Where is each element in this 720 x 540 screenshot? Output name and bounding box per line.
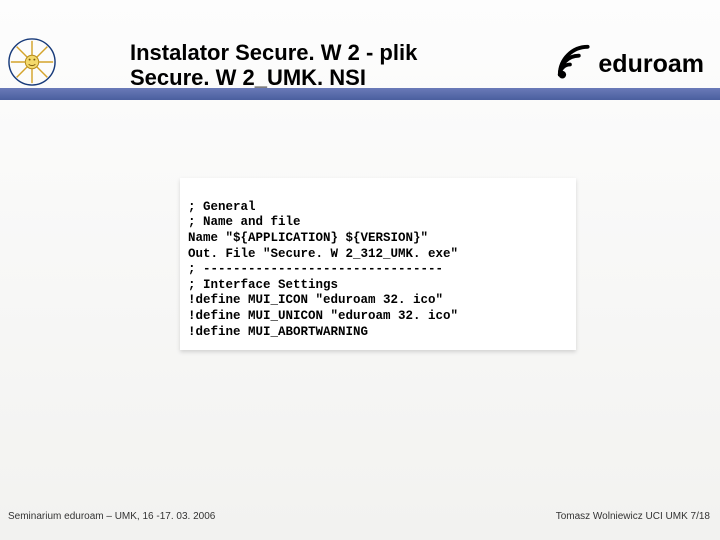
footer-left: Seminarium eduroam – UMK, 16 -17. 03. 20… [8, 511, 215, 522]
footer-right: Tomasz Wolniewicz UCI UMK 7/18 [556, 511, 710, 522]
stripe-left [0, 88, 480, 100]
code-line: ; Interface Settings [188, 278, 338, 292]
wifi-arcs-icon [556, 43, 594, 85]
title-line-1: Instalator Secure. W 2 - plik [130, 40, 480, 65]
code-line: !define MUI_ICON "eduroam 32. ico" [188, 293, 443, 307]
code-line: ; -------------------------------- [188, 262, 443, 276]
code-snippet-box: ; General ; Name and file Name "${APPLIC… [180, 178, 576, 350]
code-line: ; General [188, 200, 256, 214]
header-band: Instalator Secure. W 2 - plik Secure. W … [0, 20, 720, 90]
code-line: !define MUI_UNICON "eduroam 32. ico" [188, 309, 458, 323]
eduroam-logo: eduroam [494, 34, 704, 94]
university-emblem [8, 38, 56, 86]
slide-title: Instalator Secure. W 2 - plik Secure. W … [130, 40, 480, 91]
stripe-right [480, 88, 720, 100]
code-line: Out. File "Secure. W 2_312_UMK. exe" [188, 247, 458, 261]
code-line: !define MUI_ABORTWARNING [188, 325, 368, 339]
code-line: ; Name and file [188, 215, 301, 229]
eduroam-logo-text: eduroam [598, 50, 704, 79]
title-line-2: Secure. W 2_UMK. NSI [130, 65, 480, 90]
accent-stripe [0, 88, 720, 100]
code-line: Name "${APPLICATION} ${VERSION}" [188, 231, 428, 245]
